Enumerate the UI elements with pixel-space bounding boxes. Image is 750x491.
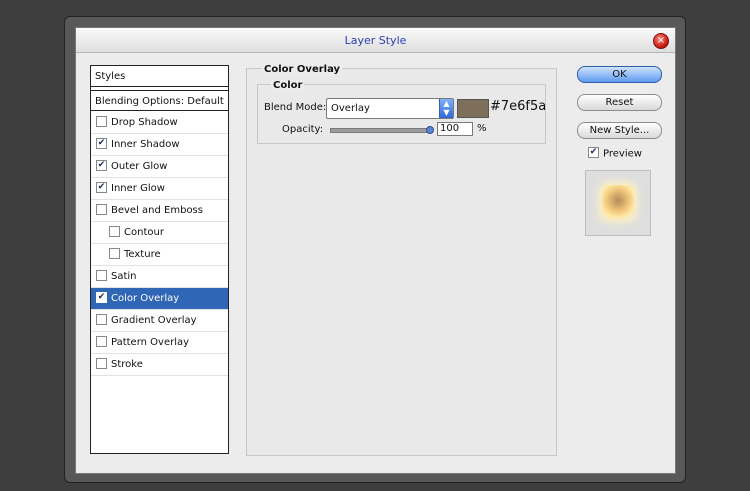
style-item-label: Pattern Overlay [111,337,190,348]
opacity-input[interactable]: 100 [437,122,473,136]
opacity-label: Opacity: [282,124,324,135]
outer-glow-checkbox[interactable]: ✔ [96,159,107,171]
style-item-label: Outer Glow [111,161,168,172]
blend-mode-select[interactable]: Overlay ▲ ▼ [326,98,454,119]
drop-shadow-checkbox[interactable] [96,115,107,127]
style-item-label: Bevel and Emboss [111,205,203,216]
style-item-color-overlay[interactable]: ✔ Color Overlay [91,288,228,310]
opacity-unit: % [477,123,487,134]
style-item-contour[interactable]: Contour [91,222,228,244]
ok-button[interactable]: OK [577,66,662,83]
color-overlay-checkbox[interactable]: ✔ [96,291,107,303]
title-bar: Layer Style × [76,28,675,53]
style-item-label: Drop Shadow [111,117,178,128]
blend-mode-label: Blend Mode: [264,102,327,113]
style-item-label: Texture [124,249,161,260]
style-item-bevel-emboss[interactable]: Bevel and Emboss [91,200,228,222]
group-title: Color Overlay [262,64,343,75]
layer-style-dialog: Layer Style × Styles Blending Options: D… [75,27,676,474]
stroke-checkbox[interactable] [96,357,107,369]
close-icon[interactable]: × [653,33,669,49]
style-item-label: Stroke [111,359,143,370]
blending-options-item[interactable]: Blending Options: Default [91,90,228,111]
subgroup-title: Color [271,80,305,91]
style-item-label: Inner Glow [111,183,165,194]
bevel-emboss-checkbox[interactable] [96,203,107,215]
color-hex-label: #7e6f5a [490,99,547,114]
inner-glow-checkbox[interactable]: ✔ [96,181,107,193]
style-item-satin[interactable]: Satin [91,266,228,288]
style-item-label: Inner Shadow [111,139,180,150]
style-item-label: Color Overlay [111,293,180,304]
preview-thumbnail [602,185,634,219]
opacity-slider[interactable] [330,128,432,133]
style-item-label: Contour [124,227,164,238]
style-item-pattern-overlay[interactable]: Pattern Overlay [91,332,228,354]
opacity-slider-thumb[interactable] [426,126,434,134]
pattern-overlay-checkbox[interactable] [96,335,107,347]
styles-header[interactable]: Styles [91,66,228,87]
updown-arrows-icon: ▲ ▼ [439,99,453,118]
style-item-label: Satin [111,271,137,282]
style-item-drop-shadow[interactable]: Drop Shadow [91,112,228,134]
preview-label: Preview [603,148,642,160]
inner-shadow-checkbox[interactable]: ✔ [96,137,107,149]
texture-checkbox[interactable] [109,247,120,259]
style-item-inner-shadow[interactable]: ✔ Inner Shadow [91,134,228,156]
style-preview [585,170,651,236]
style-item-inner-glow[interactable]: ✔ Inner Glow [91,178,228,200]
style-item-outer-glow[interactable]: ✔ Outer Glow [91,156,228,178]
styles-list: Styles Blending Options: Default Drop Sh… [90,65,229,454]
overlay-color-swatch[interactable] [457,99,489,118]
gradient-overlay-checkbox[interactable] [96,313,107,325]
contour-checkbox[interactable] [109,225,120,237]
style-item-stroke[interactable]: Stroke [91,354,228,376]
reset-button[interactable]: Reset [577,94,662,111]
blend-mode-value: Overlay [331,103,370,114]
satin-checkbox[interactable] [96,269,107,281]
style-item-label: Gradient Overlay [111,315,197,326]
preview-checkbox[interactable]: ✔ [588,147,599,158]
style-item-texture[interactable]: Texture [91,244,228,266]
new-style-button[interactable]: New Style... [577,122,662,139]
preview-toggle[interactable]: ✔ Preview [588,147,642,160]
style-item-gradient-overlay[interactable]: Gradient Overlay [91,310,228,332]
dialog-title: Layer Style [344,34,407,47]
